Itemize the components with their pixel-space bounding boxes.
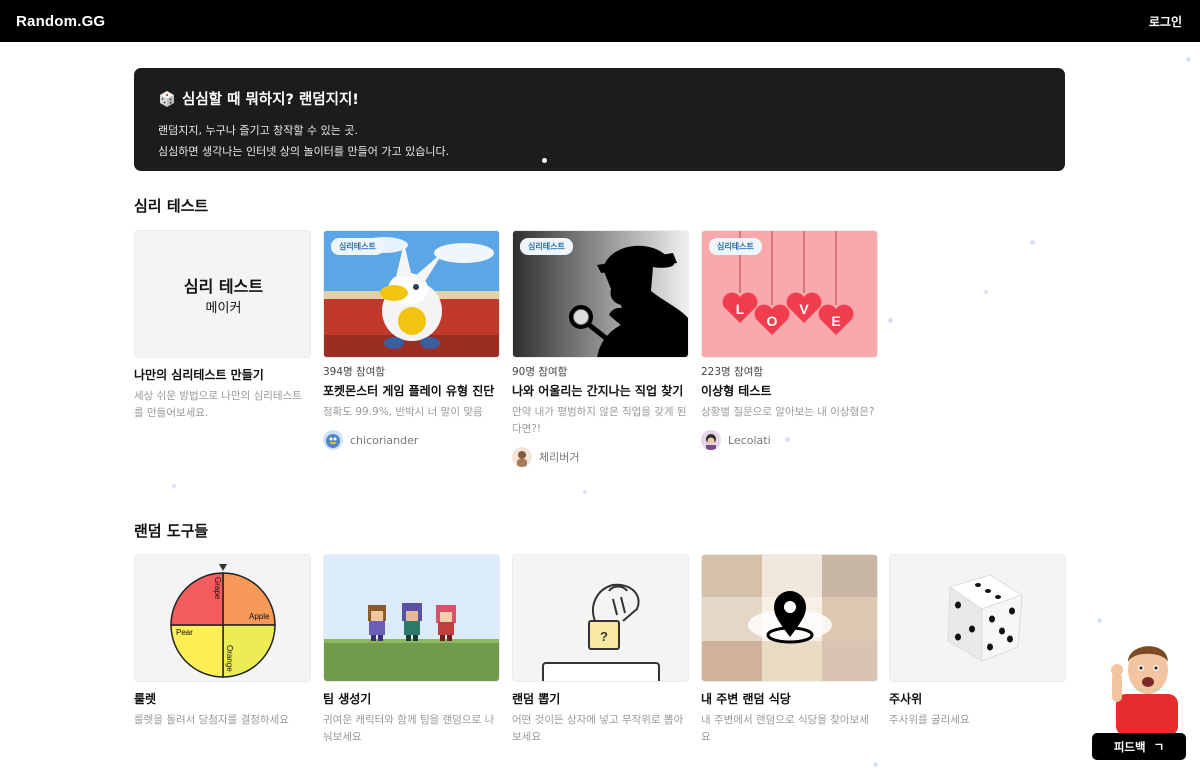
- roulette-wheel-icon: Grape Apple Pear Orange: [135, 555, 310, 681]
- food-collage: [702, 555, 877, 681]
- roulette-label: Pear: [176, 628, 193, 637]
- category-tag: 심리테스트: [331, 238, 384, 255]
- decor-dot: [873, 762, 878, 767]
- intro-banner: 심심할 때 뭐하지? 랜덤지지! 랜덤지지, 누구나 즐기고 창작할 수 있는 …: [134, 68, 1065, 171]
- restaurant-thumbnail: [701, 554, 878, 682]
- card-desc: 귀여운 캐릭터와 함께 팀을 랜덤으로 나눠보세요: [323, 714, 495, 743]
- author-name: chicoriander: [350, 433, 419, 447]
- card-author[interactable]: 체리버거: [512, 447, 689, 467]
- top-nav: Random.GG 로그인: [0, 0, 1200, 42]
- avatar: [701, 430, 721, 450]
- draw-box-icon: ?: [513, 555, 688, 681]
- decor-dot: [984, 290, 988, 294]
- psych-section-title: 심리 테스트: [134, 197, 209, 215]
- tools-section-title: 랜덤 도구들: [134, 522, 209, 540]
- tool-card-restaurant[interactable]: 내 주변 랜덤 식당 내 주변에서 랜덤으로 식당을 찾아보세요: [701, 554, 878, 746]
- participant-count: 90명 참여함: [512, 366, 568, 378]
- maker-thumb-sub: 메이커: [205, 301, 242, 316]
- roulette-label: Orange: [225, 645, 234, 672]
- category-tag: 심리테스트: [520, 238, 573, 255]
- banner-title-row: 심심할 때 뭐하지? 랜덤지지!: [158, 88, 1041, 109]
- card-title: 포켓몬스터 게임 플레이 유형 진단: [323, 384, 495, 398]
- feedback-corner-icon: ㄱ: [1153, 739, 1165, 754]
- card-desc: 만약 내가 평범하지 않은 직업을 갖게 된다면?!: [512, 406, 687, 435]
- card-desc: 룰렛을 돌려서 당첨자를 결정하세요: [134, 714, 289, 726]
- draw-thumbnail: ?: [512, 554, 689, 682]
- maker-thumb-title: 심리 테스트: [183, 277, 264, 296]
- love-letter: O: [767, 313, 778, 329]
- category-tag: 심리테스트: [709, 238, 762, 255]
- feedback-label: 피드백: [1113, 739, 1146, 754]
- card-title: 룰렛: [134, 692, 157, 706]
- roulette-thumbnail: Grape Apple Pear Orange: [134, 554, 311, 682]
- decor-dot: [888, 318, 893, 323]
- card-desc: 세상 쉬운 방법으로 나만의 심리테스트를 만들어보세요.: [134, 390, 302, 419]
- psych-maker-card[interactable]: 심리 테스트 메이커 나만의 심리테스트 만들기 세상 쉬운 방법으로 나만의 …: [134, 230, 311, 422]
- card-author[interactable]: Lecolati: [701, 430, 878, 450]
- love-letter: E: [831, 313, 840, 329]
- team-thumbnail: [323, 554, 500, 682]
- love-letter: L: [736, 301, 745, 317]
- card-desc: 내 주변에서 랜덤으로 식당을 찾아보세요: [701, 714, 869, 743]
- author-name: 체리버거: [539, 451, 580, 464]
- card-desc: 어떤 것이든 상자에 넣고 무작위로 뽑아보세요: [512, 714, 684, 743]
- card-title: 랜덤 뽑기: [512, 692, 561, 706]
- love-thumbnail: L O V E 심리테스트: [701, 230, 878, 358]
- decor-dot: [172, 484, 176, 488]
- author-name: Lecolati: [728, 433, 771, 447]
- decor-dot: [1097, 618, 1102, 623]
- avatar: [512, 447, 532, 467]
- decor-dot: [583, 490, 587, 494]
- card-title: 팀 생성기: [323, 692, 372, 706]
- card-title: 나만의 심리테스트 만들기: [134, 368, 264, 382]
- card-title: 이상형 테스트: [701, 384, 772, 398]
- card-desc: 정확도 99.9%, 반박시 너 말이 맞음: [323, 406, 483, 418]
- banner-title: 심심할 때 뭐하지? 랜덤지지!: [182, 92, 359, 108]
- participant-count: 394명 참여함: [323, 366, 386, 378]
- tool-card-draw[interactable]: ? 랜덤 뽑기 어떤 것이든 상자에 넣고 무작위로 뽑아보세요: [512, 554, 689, 746]
- participant-count: 223명 참여함: [701, 366, 764, 378]
- job-thumbnail: 심리테스트: [512, 230, 689, 358]
- decor-dot: [1030, 240, 1035, 245]
- decor-dot: [1186, 57, 1191, 62]
- psych-card-pokemon[interactable]: 심리테스트 394명 참여함 포켓몬스터 게임 플레이 유형 진단 정확도 99…: [323, 230, 500, 450]
- pixel-characters: [324, 555, 499, 681]
- banner-line-1: 랜덤지지, 누구나 즐기고 창작할 수 있는 곳.: [158, 124, 359, 137]
- pokemon-thumbnail: 심리테스트: [323, 230, 500, 358]
- dice-icon: [160, 90, 174, 107]
- decor-dot: [542, 158, 547, 163]
- card-author[interactable]: chicoriander: [323, 430, 500, 450]
- dice-icon: [890, 555, 1065, 681]
- roulette-label: Apple: [249, 612, 270, 621]
- card-desc: 주사위를 굴리세요: [889, 714, 970, 726]
- banner-line-2: 심심하면 생각나는 인터넷 상의 놀이터를 만들어 가고 있습니다.: [158, 145, 450, 158]
- box-question-mark: ?: [600, 629, 608, 644]
- feedback-button[interactable]: 피드백 ㄱ: [1092, 733, 1186, 760]
- site-logo[interactable]: Random.GG: [16, 13, 105, 30]
- feedback-mascot: [1111, 646, 1178, 736]
- tool-card-team[interactable]: 팀 생성기 귀여운 캐릭터와 함께 팀을 랜덤으로 나눠보세요: [323, 554, 500, 746]
- tool-card-roulette[interactable]: Grape Apple Pear Orange 룰렛 룰렛을 돌려서 당첨자를 …: [134, 554, 311, 729]
- card-title: 주사위: [889, 692, 923, 706]
- card-title: 내 주변 랜덤 식당: [701, 692, 791, 706]
- love-letter: V: [799, 301, 809, 317]
- roulette-label: Grape: [213, 577, 222, 600]
- psych-card-job[interactable]: 심리테스트 90명 참여함 나와 어울리는 간지나는 직업 찾기 만약 내가 평…: [512, 230, 689, 467]
- tool-card-dice[interactable]: 주사위 주사위를 굴리세요: [889, 554, 1066, 729]
- card-title: 나와 어울리는 간지나는 직업 찾기: [512, 384, 684, 398]
- avatar: [323, 430, 343, 450]
- dice-thumbnail: [889, 554, 1066, 682]
- maker-thumbnail: 심리 테스트 메이커: [134, 230, 311, 358]
- card-desc: 상황별 질문으로 알아보는 내 이상형은?: [701, 406, 875, 418]
- psych-card-ideal[interactable]: L O V E 심리테스트 223명 참여함 이상형 테스트 상황별 질문으로 …: [701, 230, 878, 450]
- login-button[interactable]: 로그인: [1149, 13, 1182, 30]
